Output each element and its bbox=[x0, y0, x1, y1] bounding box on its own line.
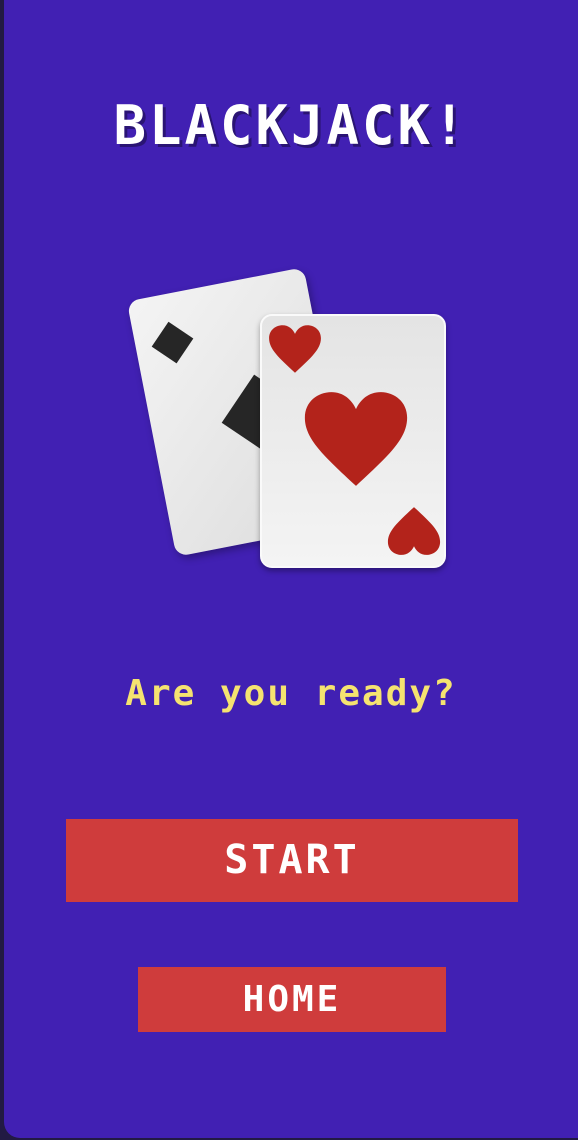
game-title: BLACKJACK! bbox=[113, 94, 469, 157]
heart-pip-small-icon bbox=[269, 325, 321, 373]
heart-pip-large-icon bbox=[304, 392, 408, 486]
ready-prompt: Are you ready? bbox=[125, 673, 457, 714]
cards-illustration bbox=[126, 267, 450, 578]
start-button[interactable]: START bbox=[66, 819, 518, 902]
game-screen: BLACKJACK! Are you ready? START HOME bbox=[4, 0, 578, 1138]
playing-card-heart-icon bbox=[260, 314, 446, 568]
heart-pip-inverted-icon bbox=[387, 507, 441, 555]
spade-pip-small-icon bbox=[151, 321, 194, 364]
home-button[interactable]: HOME bbox=[138, 967, 446, 1032]
